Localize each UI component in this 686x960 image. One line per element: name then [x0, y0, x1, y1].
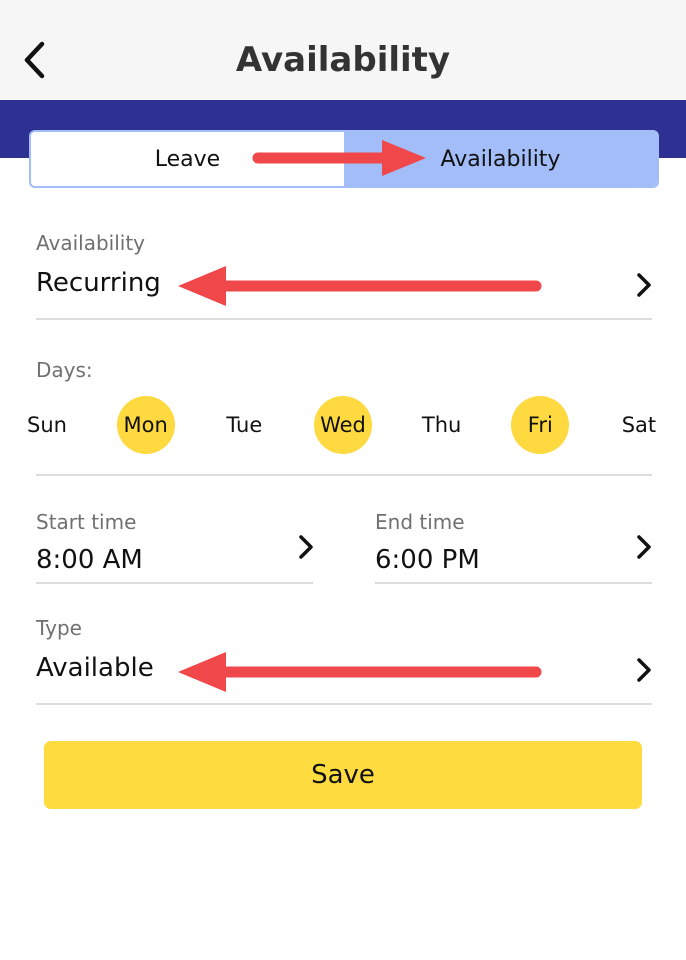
day-tue[interactable]: Tue — [215, 396, 273, 454]
type-label: Type — [36, 616, 82, 640]
availability-value[interactable]: Recurring — [36, 268, 161, 298]
divider — [36, 582, 313, 584]
divider — [36, 318, 652, 320]
day-sun[interactable]: Sun — [18, 396, 76, 454]
end-time-label: End time — [375, 510, 465, 534]
chevron-right-icon — [637, 535, 651, 559]
tab-leave[interactable]: Leave — [31, 132, 344, 186]
day-fri[interactable]: Fri — [511, 396, 570, 454]
availability-label: Availability — [36, 231, 146, 255]
tab-availability[interactable]: Availability — [344, 132, 657, 186]
type-chevron-button[interactable] — [634, 655, 654, 685]
days-selector: Sun Mon Tue Wed Thu Fri Sat — [18, 396, 668, 456]
end-time-value[interactable]: 6:00 PM — [375, 545, 480, 575]
start-time-value[interactable]: 8:00 AM — [36, 545, 143, 575]
annotation-arrow-left — [178, 266, 542, 306]
start-time-label: Start time — [36, 510, 137, 534]
save-button[interactable]: Save — [44, 741, 642, 809]
divider — [36, 474, 652, 476]
page-title: Availability — [235, 40, 451, 80]
day-thu[interactable]: Thu — [413, 396, 471, 454]
annotation-arrow-left — [178, 652, 542, 692]
start-time-chevron-button[interactable] — [296, 532, 316, 562]
day-sat[interactable]: Sat — [610, 396, 668, 454]
end-time-chevron-button[interactable] — [634, 532, 654, 562]
days-label: Days: — [36, 358, 93, 382]
chevron-right-icon — [299, 535, 313, 559]
day-wed[interactable]: Wed — [313, 396, 372, 454]
segmented-control: Leave Availability — [29, 130, 659, 188]
divider — [36, 703, 652, 705]
divider — [375, 582, 652, 584]
availability-chevron-button[interactable] — [634, 270, 654, 300]
header-bar: Availability — [0, 0, 686, 100]
chevron-right-icon — [637, 658, 651, 682]
day-mon[interactable]: Mon — [116, 396, 175, 454]
type-value[interactable]: Available — [36, 653, 154, 683]
chevron-right-icon — [637, 273, 651, 297]
